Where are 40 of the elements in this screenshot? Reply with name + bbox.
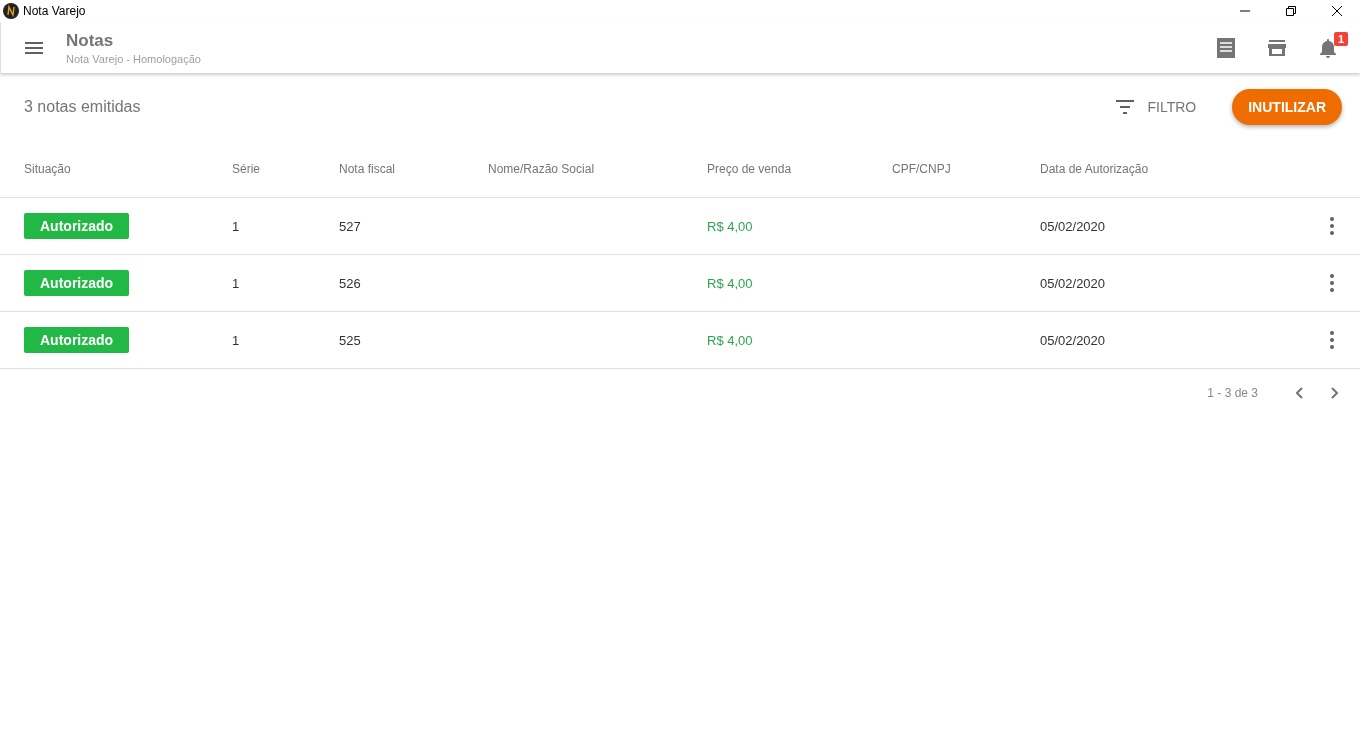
column-header: Série: [232, 161, 261, 176]
filter-icon: [1115, 99, 1136, 114]
app-logo-icon: [3, 3, 19, 19]
table-cell: 1: [232, 332, 240, 348]
window-title: Nota Varejo: [23, 4, 87, 18]
column-header: Nome/Razão Social: [488, 161, 596, 176]
more-vertical-icon: [1330, 331, 1334, 349]
table-cell: R$ 4,00: [707, 218, 753, 234]
status-badge: Autorizado: [24, 270, 130, 296]
filter-button[interactable]: FILTRO: [1111, 94, 1201, 119]
table-cell: 1: [232, 218, 240, 234]
column-header: Data de Autorização: [1040, 161, 1150, 176]
page-title: Notas: [66, 30, 115, 51]
restore-icon: [1286, 6, 1296, 16]
table-cell: 527: [339, 218, 361, 234]
column-header: Nota fiscal: [339, 161, 397, 176]
table-cell: 1: [232, 275, 240, 291]
column-header: Preço de venda: [707, 161, 793, 176]
table-cell: R$ 4,00: [707, 275, 753, 291]
table-cell: 05/02/2020: [1040, 275, 1106, 291]
more-vertical-icon: [1330, 274, 1334, 292]
notification-badge: 1: [1333, 31, 1348, 46]
disable-button[interactable]: INUTILIZAR: [1232, 88, 1342, 125]
chevron-left-icon: [1296, 387, 1304, 399]
table-cell: 526: [339, 275, 361, 291]
chevron-right-icon: [1330, 387, 1338, 399]
status-badge: Autorizado: [24, 327, 130, 353]
table-cell: 05/02/2020: [1040, 332, 1106, 348]
column-header: CPF/CNPJ: [892, 161, 952, 176]
table-cell: R$ 4,00: [707, 332, 753, 348]
table-cell: 525: [339, 332, 361, 348]
close-icon: [1332, 6, 1342, 16]
table-cell: 05/02/2020: [1040, 218, 1106, 234]
status-badge: Autorizado: [24, 213, 130, 239]
pagination-range: 1 - 3 de 3: [1207, 386, 1258, 400]
notes-count: 3 notas emitidas: [24, 97, 142, 116]
receipt-button[interactable]: [1214, 35, 1238, 60]
page-subtitle: Nota Varejo - Homologação: [66, 52, 202, 65]
column-header: Situação: [24, 161, 72, 176]
more-vertical-icon: [1330, 217, 1334, 235]
